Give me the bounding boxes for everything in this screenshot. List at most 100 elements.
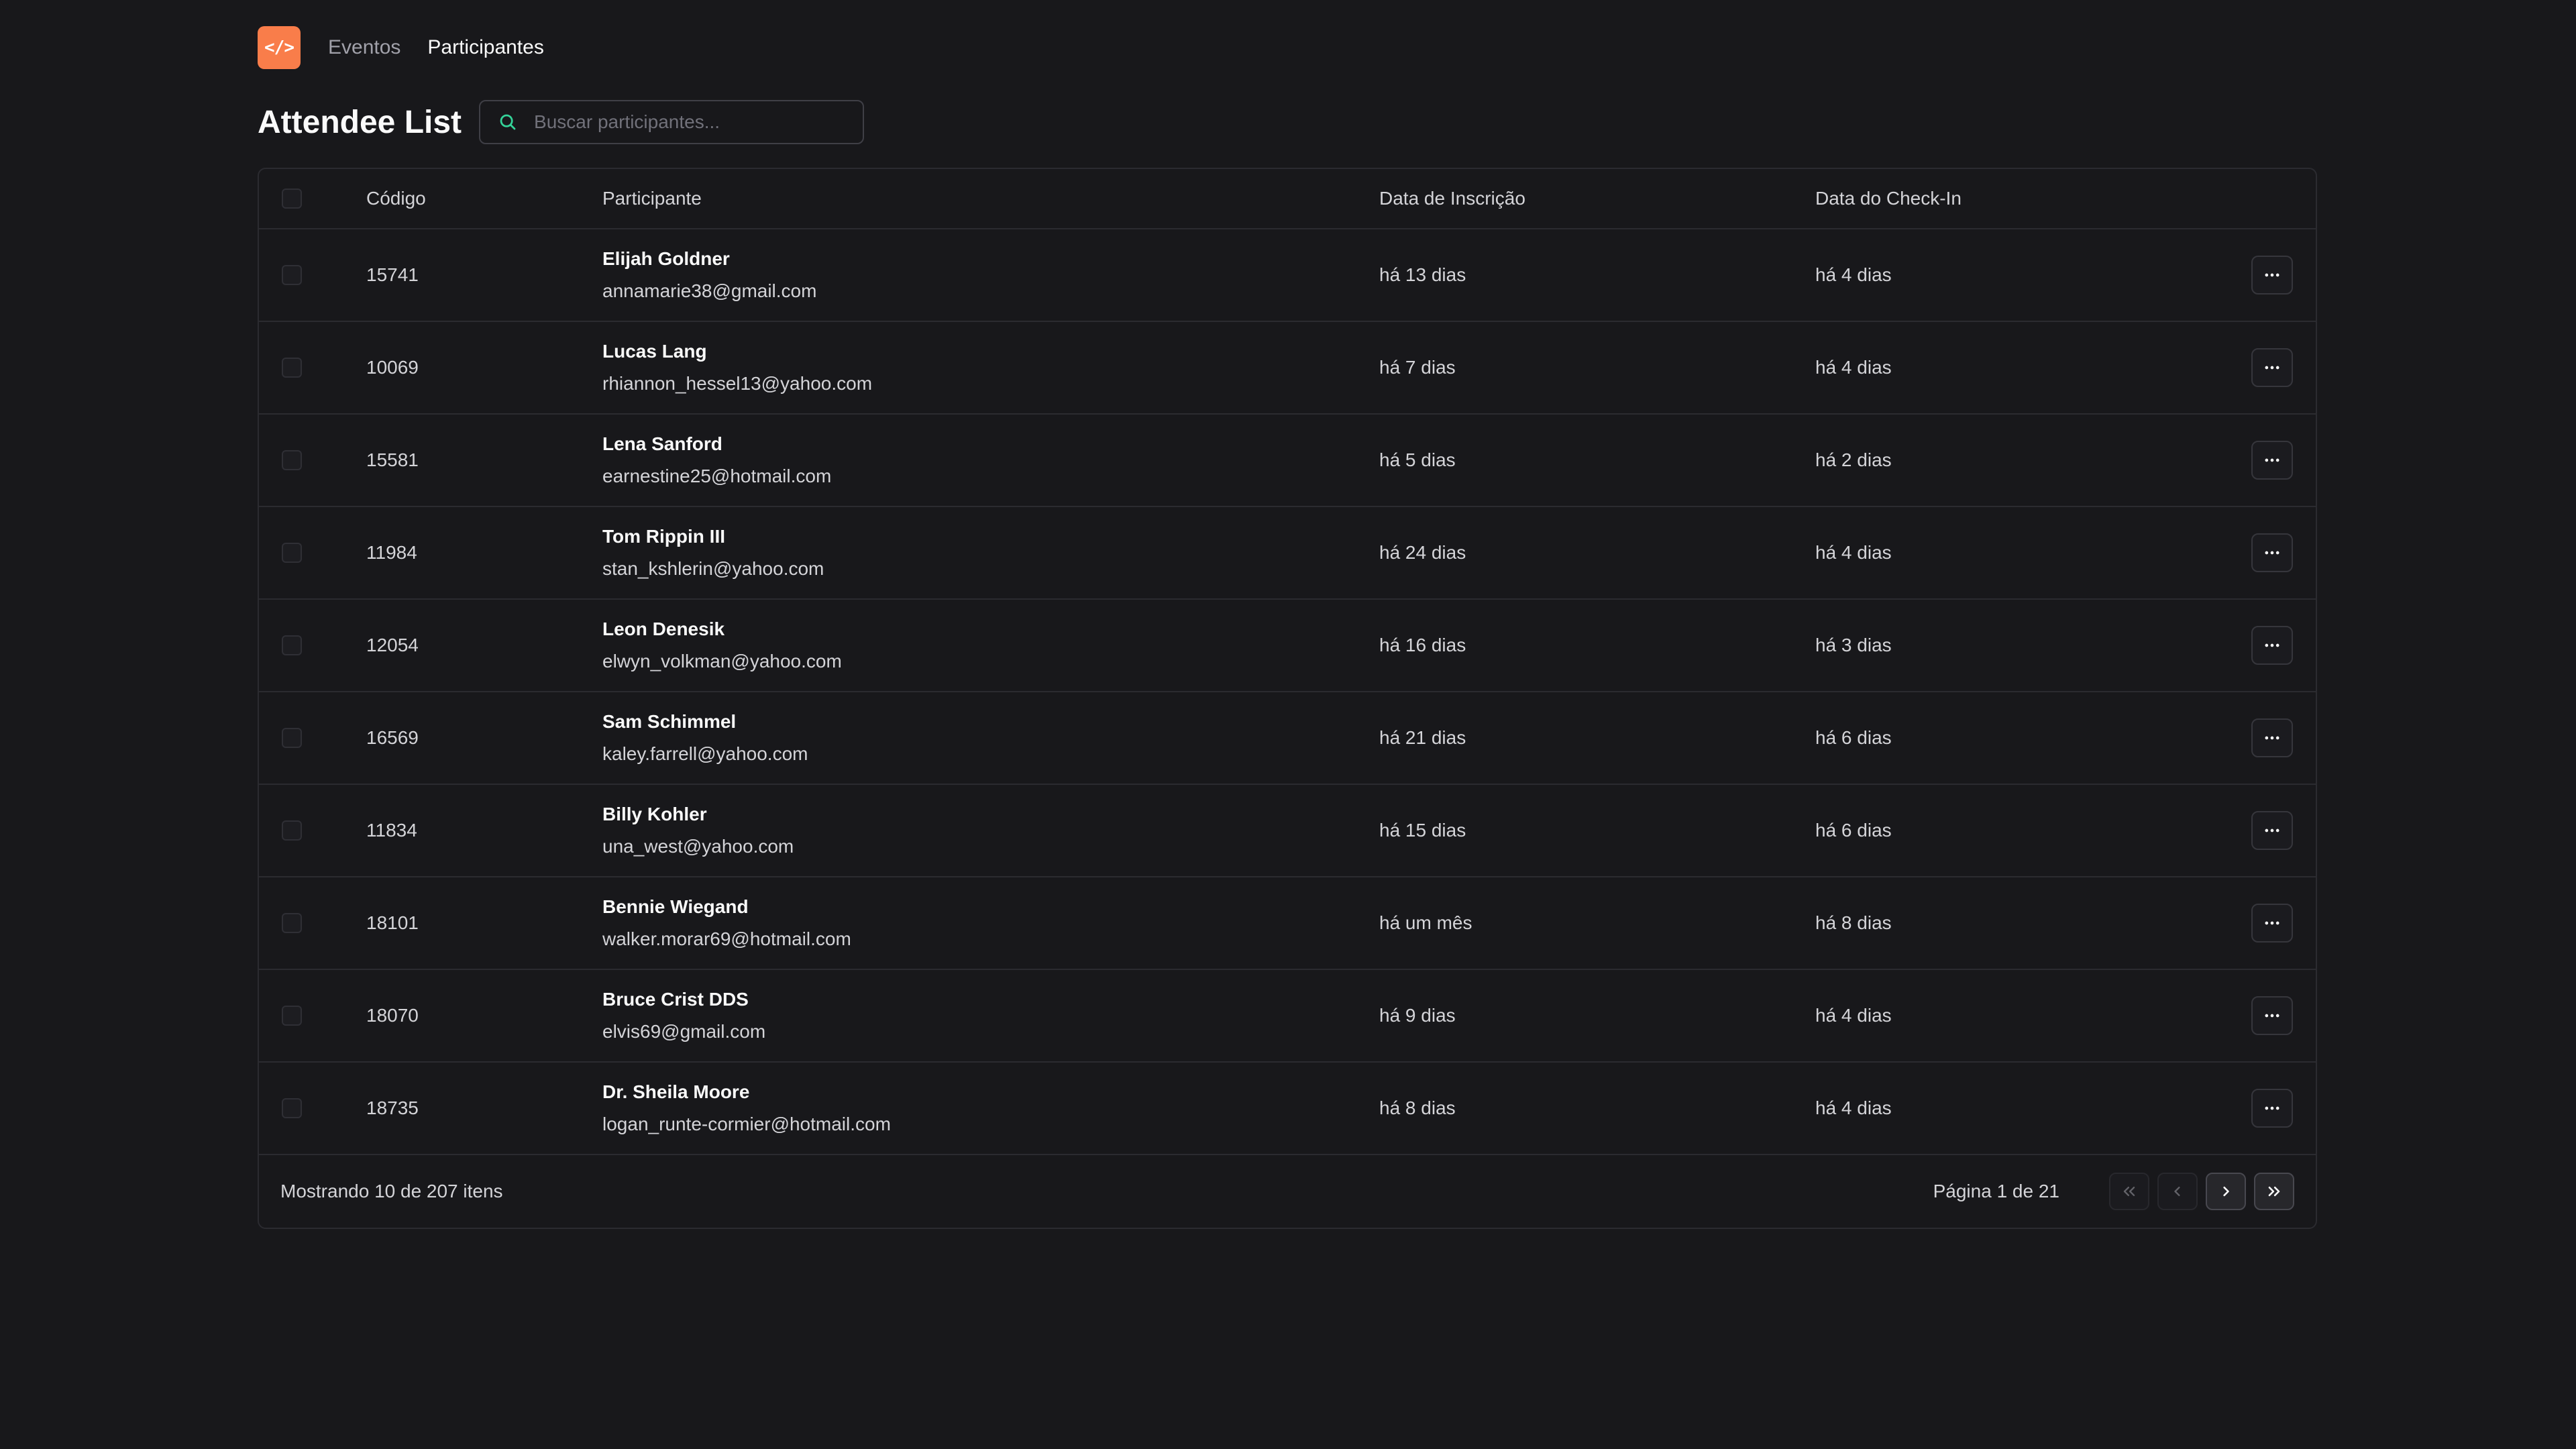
chevron-right-icon [2223, 1186, 2229, 1197]
checkin-date: há 4 dias [1815, 1097, 1892, 1118]
attendee-email: elvis69@gmail.com [602, 1021, 766, 1042]
chevron-left-icon [2174, 1187, 2180, 1196]
ellipsis-icon [2265, 643, 2279, 647]
attendee-code: 12054 [366, 635, 419, 655]
registration-date: há 5 dias [1379, 449, 1456, 470]
attendee-code: 16569 [366, 727, 419, 748]
ellipsis-icon [2265, 273, 2279, 277]
registration-date: há 8 dias [1379, 1097, 1456, 1118]
table-row: 18735 Dr. Sheila Moore logan_runte-cormier… [259, 1063, 2316, 1155]
chevrons-right-icon [2268, 1186, 2280, 1197]
column-header-checkin: Data do Check-In [1815, 188, 1962, 209]
row-checkbox[interactable] [282, 265, 302, 285]
ellipsis-icon [2265, 1106, 2279, 1110]
search-box[interactable] [479, 100, 865, 144]
table-footer: Mostrando 10 de 207 itens Página 1 de 21 [259, 1155, 2316, 1228]
attendee-name: Bruce Crist DDS [602, 989, 749, 1010]
attendee-code: 10069 [366, 357, 419, 378]
registration-date: há 16 dias [1379, 635, 1466, 655]
attendee-code: 11834 [366, 820, 417, 841]
row-actions-button[interactable] [2251, 348, 2293, 387]
prev-page-button[interactable] [2157, 1173, 2198, 1210]
last-page-button[interactable] [2254, 1173, 2294, 1210]
column-header-registered: Data de Inscrição [1379, 188, 1525, 209]
ellipsis-icon [2265, 828, 2279, 833]
table-body: 15741 Elijah Goldner annamarie38@gmail.com… [259, 229, 2316, 1155]
attendee-code: 11984 [366, 542, 417, 563]
row-actions-button[interactable] [2251, 904, 2293, 943]
attendee-code: 18735 [366, 1097, 419, 1118]
row-actions-button[interactable] [2251, 718, 2293, 757]
first-page-button[interactable] [2109, 1173, 2149, 1210]
nav-link-participantes[interactable]: Participantes [427, 36, 543, 59]
registration-date: há 24 dias [1379, 542, 1466, 563]
checkin-date: há 2 dias [1815, 449, 1892, 470]
page-info-text: Página 1 de 21 [1933, 1181, 2059, 1201]
next-page-button[interactable] [2206, 1173, 2246, 1210]
attendee-name: Tom Rippin III [602, 526, 726, 547]
checkin-date: há 4 dias [1815, 1005, 1892, 1026]
attendee-code: 18070 [366, 1005, 419, 1026]
attendee-email: rhiannon_hessel13@yahoo.com [602, 373, 873, 394]
row-actions-button[interactable] [2251, 441, 2293, 480]
row-actions-button[interactable] [2251, 1089, 2293, 1128]
row-checkbox[interactable] [282, 450, 302, 470]
column-header-attendee: Participante [602, 188, 702, 209]
checkin-date: há 8 dias [1815, 912, 1892, 933]
row-checkbox[interactable] [282, 1098, 302, 1118]
attendee-email: logan_runte-cormier@hotmail.com [602, 1114, 891, 1134]
ellipsis-icon [2265, 921, 2279, 925]
registration-date: há 7 dias [1379, 357, 1456, 378]
pagination: Página 1 de 21 [1933, 1155, 2294, 1228]
row-actions-button[interactable] [2251, 533, 2293, 572]
row-actions-button[interactable] [2251, 256, 2293, 294]
attendee-code: 15581 [366, 449, 419, 470]
attendee-email: kaley.farrell@yahoo.com [602, 743, 808, 764]
table-row: 18070 Bruce Crist DDS elvis69@gmail.com há … [259, 970, 2316, 1063]
attendee-name: Billy Kohler [602, 804, 707, 824]
attendee-code: 15741 [366, 264, 419, 285]
attendee-name: Sam Schimmel [602, 711, 737, 732]
nav-link-eventos[interactable]: Eventos [328, 36, 400, 59]
attendee-name: Lena Sanford [602, 433, 722, 454]
row-actions-button[interactable] [2251, 626, 2293, 665]
row-checkbox[interactable] [282, 635, 302, 655]
page: </> Eventos Participantes Attendee List … [258, 0, 2318, 1229]
attendee-name: Elijah Goldner [602, 248, 730, 269]
row-checkbox[interactable] [282, 728, 302, 748]
row-actions-button[interactable] [2251, 811, 2293, 850]
row-checkbox[interactable] [282, 820, 302, 841]
registration-date: há 13 dias [1379, 264, 1466, 285]
search-icon [498, 112, 518, 132]
table-row: 11834 Billy Kohler una_west@yahoo.com há 15… [259, 785, 2316, 877]
registration-date: há um mês [1379, 912, 1472, 933]
row-checkbox[interactable] [282, 543, 302, 563]
attendee-name: Leon Denesik [602, 619, 725, 639]
attendee-email: annamarie38@gmail.com [602, 280, 817, 301]
attendee-email: stan_kshlerin@yahoo.com [602, 558, 824, 579]
select-all-checkbox[interactable] [282, 189, 302, 209]
chevrons-left-icon [2123, 1187, 2135, 1196]
table-row: 11984 Tom Rippin III stan_kshlerin@yahoo.c… [259, 507, 2316, 600]
attendee-email: walker.morar69@hotmail.com [602, 928, 851, 949]
row-checkbox[interactable] [282, 358, 302, 378]
code-logo-icon: </> [258, 26, 301, 69]
attendee-table: Código Participante Data de Inscrição Da… [258, 168, 2317, 1229]
ellipsis-icon [2265, 551, 2279, 555]
items-count-text: Mostrando 10 de 207 itens [280, 1181, 503, 1201]
row-actions-button[interactable] [2251, 996, 2293, 1035]
registration-date: há 21 dias [1379, 727, 1466, 748]
checkin-date: há 6 dias [1815, 727, 1892, 748]
attendee-code: 18101 [366, 912, 419, 933]
ellipsis-icon [2265, 366, 2279, 370]
table-row: 10069 Lucas Lang rhiannon_hessel13@yahoo.c… [259, 322, 2316, 415]
attendee-email: una_west@yahoo.com [602, 836, 794, 857]
attendee-email: earnestine25@hotmail.com [602, 466, 832, 486]
checkin-date: há 4 dias [1815, 542, 1892, 563]
row-checkbox[interactable] [282, 913, 302, 933]
checkin-date: há 6 dias [1815, 820, 1892, 841]
search-input[interactable] [533, 111, 863, 133]
row-checkbox[interactable] [282, 1006, 302, 1026]
table-row: 18101 Bennie Wiegand walker.morar69@hotmai… [259, 877, 2316, 970]
ellipsis-icon [2265, 1014, 2279, 1018]
